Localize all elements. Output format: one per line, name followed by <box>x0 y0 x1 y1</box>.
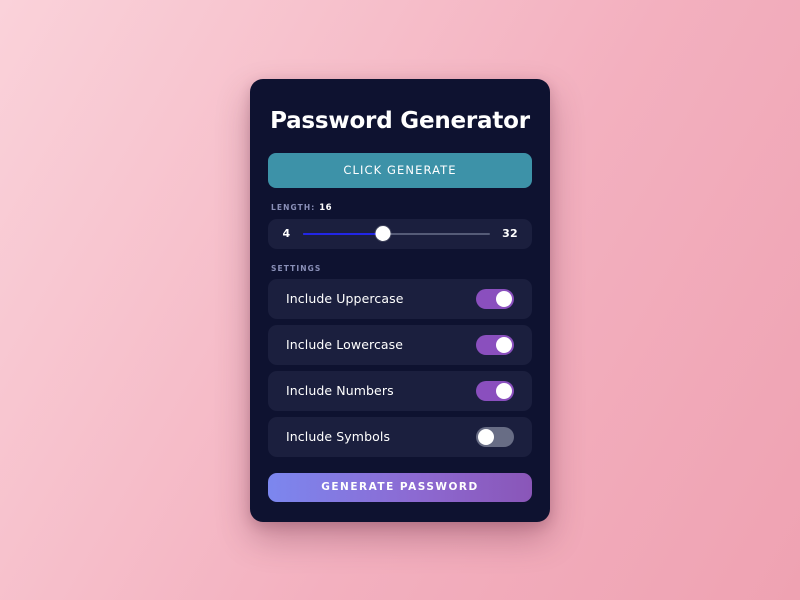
setting-label-include-lowercase: Include Lowercase <box>286 337 404 353</box>
toggle-include-lowercase[interactable] <box>476 334 514 355</box>
length-value: 16 <box>319 202 332 213</box>
generate-password-button[interactable]: GENERATE PASSWORD <box>268 472 532 502</box>
setting-label-include-numbers: Include Numbers <box>286 383 394 399</box>
setting-label-include-symbols: Include Symbols <box>286 429 391 445</box>
slider-fill <box>303 232 384 235</box>
setting-row-include-lowercase[interactable]: Include Lowercase <box>268 324 532 365</box>
toggle-include-uppercase[interactable] <box>476 288 514 309</box>
toggle-include-symbols[interactable] <box>476 426 514 447</box>
slider-min-label: 4 <box>282 227 291 241</box>
setting-label-include-uppercase: Include Uppercase <box>286 291 404 307</box>
length-label-row: LENGTH: 16 <box>268 203 532 213</box>
slider-max-label: 32 <box>502 227 518 241</box>
toggle-knob-icon <box>496 290 512 307</box>
setting-row-include-uppercase[interactable]: Include Uppercase <box>268 278 532 319</box>
page-title: Password Generator <box>270 107 530 134</box>
setting-row-include-symbols[interactable]: Include Symbols <box>268 416 532 457</box>
setting-row-include-numbers[interactable]: Include Numbers <box>268 370 532 411</box>
length-label: LENGTH: <box>271 203 316 213</box>
length-slider[interactable] <box>303 226 491 242</box>
toggle-knob-icon <box>496 336 512 353</box>
toggle-knob-icon <box>496 382 512 399</box>
settings-section-label-row: SETTINGS <box>268 264 532 273</box>
password-generator-card: Password Generator CLICK GENERATE LENGTH… <box>250 78 550 522</box>
toggle-include-numbers[interactable] <box>476 380 514 401</box>
click-generate-button[interactable]: CLICK GENERATE <box>268 152 532 188</box>
settings-toggle-list: Include Uppercase Include Lowercase Incl… <box>268 278 532 457</box>
settings-label: SETTINGS <box>271 263 322 273</box>
length-slider-panel: 4 32 <box>268 218 532 249</box>
slider-thumb[interactable] <box>375 226 391 242</box>
toggle-knob-icon <box>478 428 494 445</box>
